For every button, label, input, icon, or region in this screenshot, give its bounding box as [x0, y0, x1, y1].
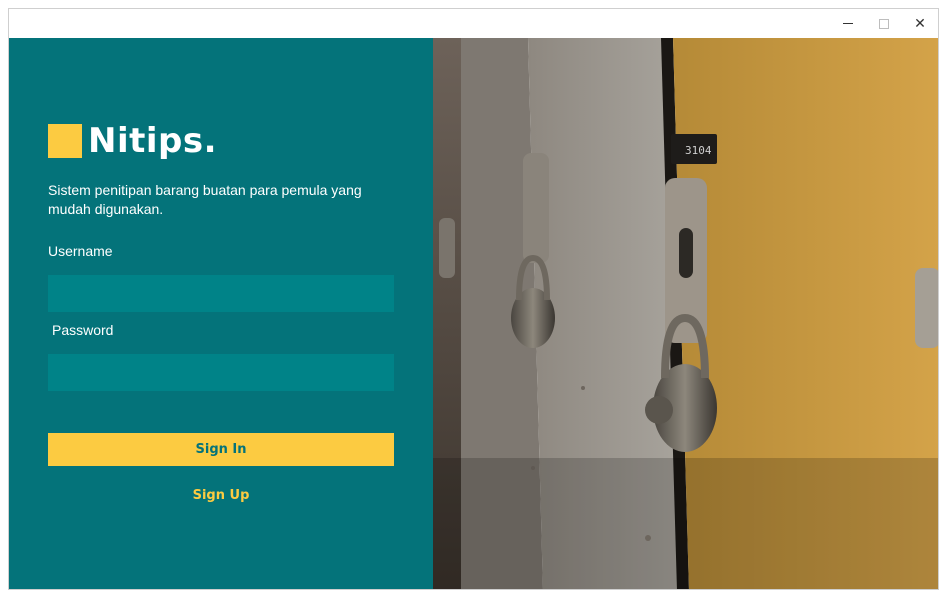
locker-number-text: 3104 [685, 144, 712, 157]
close-button[interactable]: ✕ [902, 9, 938, 38]
rivet [531, 466, 535, 470]
close-icon: ✕ [914, 15, 926, 31]
username-input[interactable] [48, 275, 394, 312]
brand-tagline: Sistem penitipan barang buatan para pemu… [48, 182, 362, 217]
brand-name: Nitips. [88, 121, 218, 161]
hasp-middle [523, 153, 549, 263]
username-label: Username [48, 243, 113, 259]
hasp-edge [915, 268, 938, 348]
minimize-icon [843, 23, 853, 24]
lockers-photo: 3104 [433, 38, 938, 589]
password-input[interactable] [48, 354, 394, 391]
lockers-illustration: 3104 [433, 38, 938, 589]
title-bar: ✕ [9, 9, 938, 38]
maximize-icon [879, 18, 889, 29]
password-label: Password [52, 322, 114, 338]
padlock-dial-right [645, 396, 673, 424]
hasp-slot-right [679, 228, 693, 278]
maximize-button[interactable] [866, 9, 902, 38]
floor-shadow [433, 458, 938, 589]
minimize-button[interactable] [830, 9, 866, 38]
rivet [645, 535, 651, 541]
brand-logo: Nitips. [48, 121, 217, 161]
login-panel: Nitips. Sistem penitipan barang buatan p… [9, 38, 433, 589]
login-window: ✕ Nitips. Sistem penitipan barang buatan… [8, 8, 939, 590]
logo-square-icon [48, 124, 82, 158]
rivet [581, 386, 585, 390]
sign-in-button[interactable]: Sign In [48, 433, 394, 466]
sign-up-link[interactable]: Sign Up [48, 488, 394, 503]
hasp-left [439, 218, 455, 278]
